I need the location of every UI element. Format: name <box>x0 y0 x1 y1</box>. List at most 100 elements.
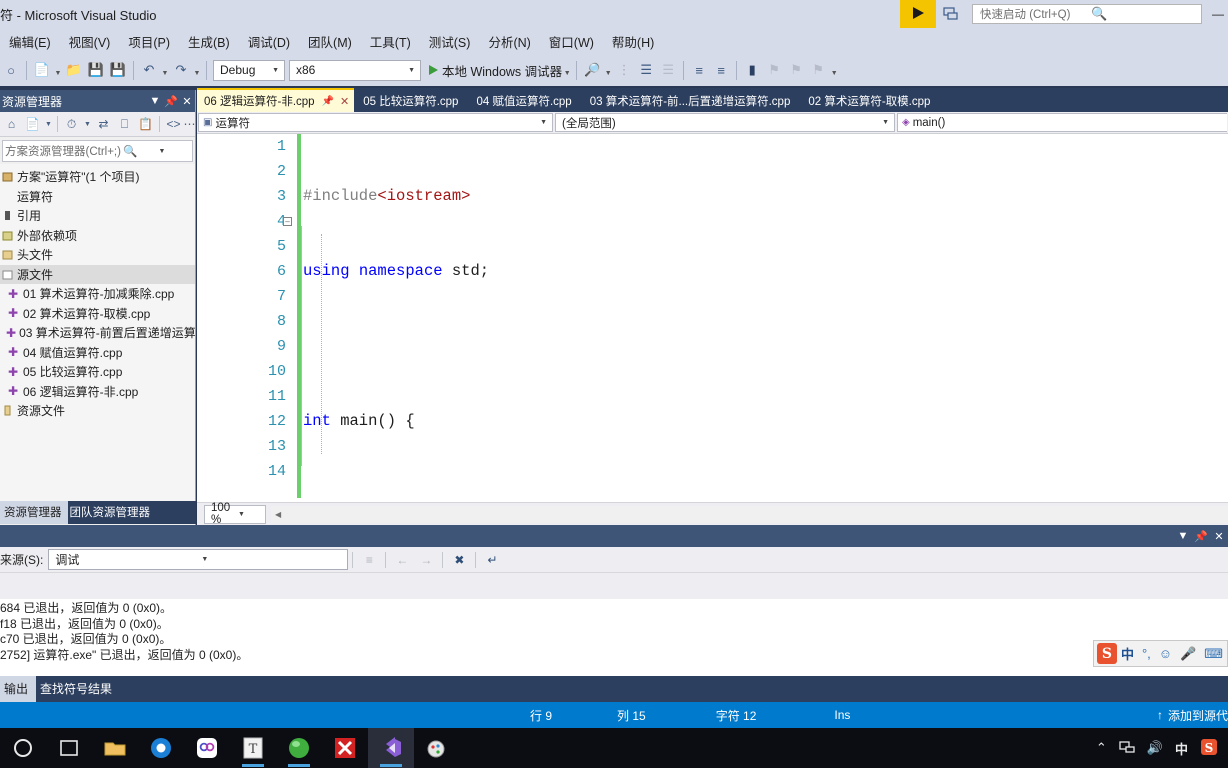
tree-item-project[interactable]: 运算符 <box>0 187 195 207</box>
scroll-left-icon[interactable]: ◀ <box>271 510 285 519</box>
menu-item-test[interactable]: 测试(S) <box>420 29 480 54</box>
tree-item-cpp-01[interactable]: ✚ 01 算术运算符-加减乘除.cpp <box>0 284 195 304</box>
menu-item-team[interactable]: 团队(M) <box>299 29 361 54</box>
emoji-icon[interactable]: ☺ <box>1155 646 1176 661</box>
navbar-project-combo[interactable]: ▣ 运算符 ▼ <box>198 113 553 132</box>
tree-item-header-files[interactable]: 头文件 <box>0 245 195 265</box>
doc-tab-03-increment[interactable]: 03 算术运算符-前...后置递增运算符.cpp <box>581 90 800 112</box>
run-debugger-button[interactable]: 本地 Windows 调试器 <box>442 61 562 80</box>
chevron-down-icon[interactable]: ▼ <box>1174 530 1192 543</box>
search-icon[interactable]: 🔍 <box>1084 6 1201 22</box>
home-icon[interactable]: ⌂ <box>1 113 22 135</box>
pending-changes-icon[interactable]: ⏱ <box>61 113 82 135</box>
add-file-icon[interactable]: 📄 <box>22 113 43 135</box>
menu-item-edit[interactable]: 编辑(E) <box>0 29 60 54</box>
keyboard-icon[interactable]: ⌨ <box>1200 646 1227 662</box>
tree-item-cpp-06[interactable]: ✚ 06 逻辑运算符-非.cpp <box>0 382 195 402</box>
find-icon[interactable]: 🔎 <box>581 58 603 82</box>
toolbar-overflow-icon[interactable]: ▼ <box>829 58 839 82</box>
comment-icon[interactable]: ☰ <box>635 58 657 82</box>
clear-all-icon[interactable]: ✖ <box>447 549 471 571</box>
minimize-button[interactable]: — <box>1208 0 1228 28</box>
indent-icon[interactable]: ≡ <box>688 58 710 82</box>
doc-tab-06-logical-not[interactable]: 06 逻辑运算符-非.cpp 📌 ✕ <box>197 88 355 112</box>
chevron-down-icon-search[interactable]: ▼ <box>156 148 192 155</box>
close-icon[interactable]: ✕ <box>340 95 349 108</box>
tab-output[interactable]: 输出 <box>0 676 37 702</box>
run-icon[interactable] <box>429 65 438 75</box>
pin-icon[interactable]: 📌 <box>1192 530 1210 543</box>
bookmark-icon[interactable]: ▮ <box>741 58 763 82</box>
collapse-all-icon[interactable]: ⎕ <box>114 113 135 135</box>
tree-item-cpp-02[interactable]: ✚ 02 算术运算符-取模.cpp <box>0 304 195 324</box>
sogou-ime-toolbar[interactable]: S 中 °, ☺ 🎤 ⌨ <box>1093 640 1228 667</box>
chevron-down-icon-output-source[interactable]: ▼ <box>195 556 347 563</box>
chevron-down-icon-scope[interactable]: ▼ <box>877 119 894 126</box>
zoom-level-combo[interactable]: 100 % ▼ <box>204 502 266 526</box>
output-source-combo[interactable]: 调试 ▼ <box>48 549 349 570</box>
solution-config-combo[interactable]: Debug ▼ <box>213 59 285 81</box>
chevron-down-icon-find[interactable]: ▼ <box>603 58 613 82</box>
tree-item-cpp-03[interactable]: ✚ 03 算术运算符-前置后置递增运算 <box>0 323 195 343</box>
tab-solution-explorer[interactable]: 资源管理器 <box>0 501 68 524</box>
output-text-area[interactable]: 684 已退出，返回值为 0 (0x0)。 f18 已退出，返回值为 0 (0x… <box>0 599 1228 684</box>
typora-icon[interactable]: T <box>230 728 276 768</box>
menu-item-debug[interactable]: 调试(D) <box>239 29 299 54</box>
chevron-down-icon[interactable]: ▼ <box>53 58 63 82</box>
tree-item-cpp-05[interactable]: ✚ 05 比较运算符.cpp <box>0 362 195 382</box>
xmind-icon[interactable] <box>322 728 368 768</box>
undo-icon[interactable]: ↶ <box>138 58 160 82</box>
tree-item-cpp-04[interactable]: ✚ 04 赋值运算符.cpp <box>0 343 195 363</box>
doc-tab-02-modulus[interactable]: 02 算术运算符-取模.cpp <box>799 90 939 112</box>
tab-find-symbol-results[interactable]: 查找符号结果 <box>36 676 120 702</box>
tree-item-external-deps[interactable]: 外部依赖项 <box>0 226 195 246</box>
menu-item-analyze[interactable]: 分析(N) <box>479 29 539 54</box>
qq-browser-icon[interactable] <box>138 728 184 768</box>
quick-launch-input[interactable]: 快速启动 (Ctrl+Q) 🔍 <box>972 4 1202 24</box>
cortana-icon[interactable] <box>0 728 46 768</box>
editor-horizontal-scrollbar[interactable]: ◀ <box>271 505 1228 523</box>
sync-icon[interactable]: ⇄ <box>93 113 114 135</box>
feedback-icon[interactable] <box>936 0 966 28</box>
chevron-down-icon-config[interactable]: ▼ <box>267 67 284 74</box>
pin-icon[interactable]: 📌 <box>322 96 334 107</box>
chevron-down-icon-platform[interactable]: ▼ <box>403 67 420 74</box>
baidu-netdisk-icon[interactable] <box>184 728 230 768</box>
code-text[interactable]: #include<iostream> using namespace std; … <box>303 134 1228 502</box>
chevron-down-icon-project[interactable]: ▼ <box>535 119 552 126</box>
open-file-icon[interactable]: 📁 <box>63 58 85 82</box>
code-editor[interactable]: 1 2 3 4 5 6 7 8 9 10 11 12 13 14 – #incl… <box>197 134 1228 502</box>
doc-tab-05-comparison[interactable]: 05 比较运算符.cpp <box>354 90 467 112</box>
chevron-down-icon-redo[interactable]: ▼ <box>192 58 202 82</box>
volume-icon[interactable]: 🔊 <box>1141 740 1169 756</box>
ime-mode-label[interactable]: 中 <box>1117 644 1138 663</box>
flag-icon[interactable] <box>900 0 936 28</box>
microphone-icon[interactable]: 🎤 <box>1176 646 1200 662</box>
redo-icon[interactable]: ↷ <box>170 58 192 82</box>
back-nav-icon[interactable]: ○ <box>0 58 22 82</box>
network-icon[interactable] <box>1113 740 1141 757</box>
chevron-down-icon-zoom[interactable]: ▼ <box>233 511 265 518</box>
sogou-logo-icon[interactable]: S <box>1097 643 1117 664</box>
paint-icon[interactable] <box>414 728 460 768</box>
fold-toggle-icon[interactable]: – <box>283 217 292 226</box>
chevron-down-icon-run[interactable]: ▼ <box>562 58 572 82</box>
search-icon[interactable]: 🔍 <box>121 144 157 158</box>
chevron-down-icon-undo[interactable]: ▼ <box>160 58 170 82</box>
sogou-icon[interactable]: S <box>1194 738 1224 759</box>
chevron-up-icon[interactable]: ⌃ <box>1090 740 1113 756</box>
task-view-icon[interactable] <box>46 728 92 768</box>
menu-item-tools[interactable]: 工具(T) <box>361 29 420 54</box>
close-icon[interactable]: ✕ <box>1210 530 1228 543</box>
solution-platform-combo[interactable]: x86 ▼ <box>289 59 421 81</box>
punctuation-icon[interactable]: °, <box>1138 646 1155 661</box>
menu-item-window[interactable]: 窗口(W) <box>540 29 603 54</box>
chevron-down-icon-add[interactable]: ▼ <box>43 113 54 135</box>
chevron-down-icon[interactable]: ▼ <box>147 95 163 107</box>
toggle-wordwrap-icon[interactable]: ↵ <box>480 549 504 571</box>
menu-item-build[interactable]: 生成(B) <box>179 29 239 54</box>
navbar-member-combo[interactable]: ◈ main() <box>897 113 1227 132</box>
tree-item-references[interactable]: 引用 <box>0 206 195 226</box>
outdent-icon[interactable]: ≡ <box>710 58 732 82</box>
pin-icon[interactable]: 📌 <box>163 95 179 108</box>
